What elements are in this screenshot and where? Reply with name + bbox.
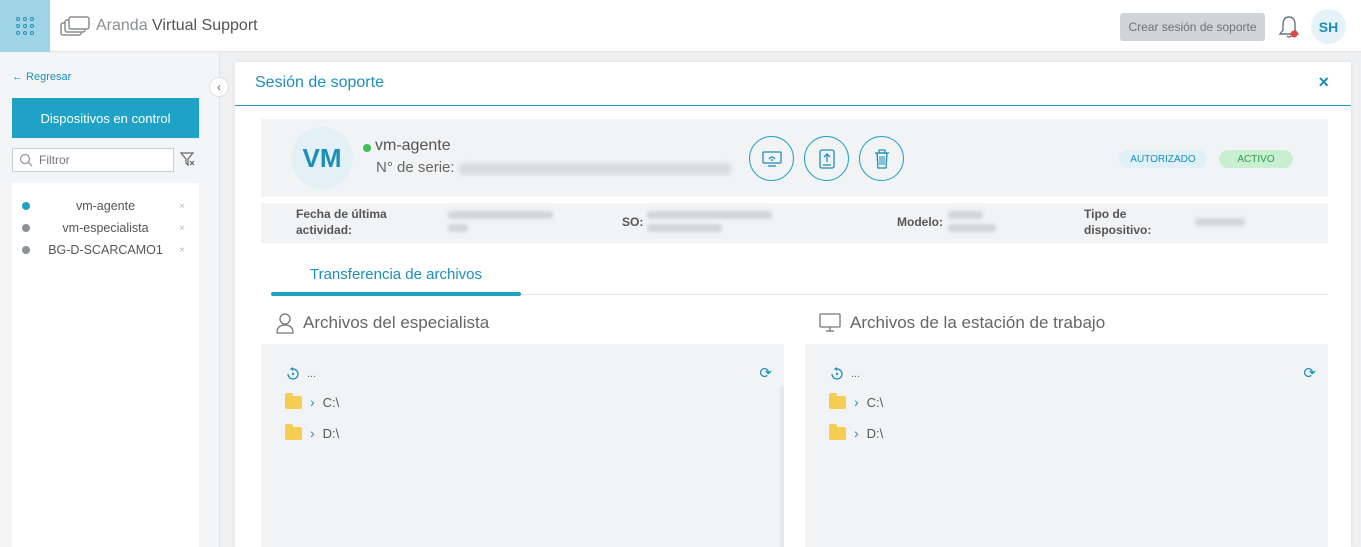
model-value-redacted xyxy=(948,224,996,232)
filter-field[interactable] xyxy=(12,148,174,172)
specialist-user-icon xyxy=(276,313,294,334)
back-folder-icon xyxy=(831,367,843,380)
drive-label: C:\ xyxy=(866,394,884,410)
workstation-monitor-icon xyxy=(819,313,841,332)
sidebar: ← Regresar Dispositivos en control ‹ vm-… xyxy=(0,53,229,547)
last-activity-label: Fecha de última actividad: xyxy=(296,207,387,237)
parent-folder-label: ... xyxy=(851,368,861,380)
parent-folder-row[interactable]: ... xyxy=(285,366,316,382)
user-avatar[interactable]: SH xyxy=(1311,9,1346,44)
panel-divider xyxy=(235,105,1351,106)
collapse-sidebar-button[interactable]: ‹ xyxy=(209,77,229,97)
filter-input[interactable] xyxy=(39,153,169,167)
top-bar: Aranda Virtual Support Crear sesión de s… xyxy=(0,0,1361,52)
remove-device-icon[interactable]: × xyxy=(179,201,185,212)
clear-filter-icon[interactable] xyxy=(179,151,195,167)
model-value-redacted xyxy=(948,211,983,219)
workstation-files-title: Archivos de la estación de trabajo xyxy=(850,313,1106,332)
device-name: vm-especialista xyxy=(62,221,149,235)
folder-icon xyxy=(829,423,846,440)
trash-icon xyxy=(874,148,889,169)
notifications-bell-icon[interactable] xyxy=(1277,14,1301,40)
os-value-redacted xyxy=(647,211,772,219)
device-name: BG-D-SCARCAMO1 xyxy=(48,243,163,257)
drive-d-row[interactable]: › D:\ xyxy=(829,423,884,441)
close-panel-button[interactable]: × xyxy=(1318,72,1329,93)
chevron-right-icon: › xyxy=(310,394,315,410)
drive-c-row[interactable]: › C:\ xyxy=(829,392,884,410)
panel-title: Sesión de soporte xyxy=(255,74,384,91)
device-item-bg-d-scarcamo1[interactable]: BG-D-SCARCAMO1 × xyxy=(12,239,199,261)
device-type-label: Tipo de dispositivo: xyxy=(1084,207,1152,237)
chevron-right-icon: › xyxy=(310,425,315,441)
device-item-vm-agente[interactable]: vm-agente × xyxy=(12,195,199,217)
folder-icon xyxy=(829,392,846,409)
back-link[interactable]: ← Regresar xyxy=(12,71,71,83)
devices-in-control-button[interactable]: Dispositivos en control xyxy=(12,98,199,138)
device-list: vm-agente × vm-especialista × BG-D-SCARC… xyxy=(12,183,199,547)
remove-device-icon[interactable]: × xyxy=(179,223,185,234)
remove-device-icon[interactable]: × xyxy=(179,245,185,256)
support-session-panel: Sesión de soporte × VM vm-agente N° de s… xyxy=(235,62,1351,547)
device-info-card: VM vm-agente N° de serie: AUTORIZADO ACT… xyxy=(261,119,1328,197)
create-support-session-button[interactable]: Crear sesión de soporte xyxy=(1120,13,1265,41)
serial-value-redacted xyxy=(459,163,731,175)
app-logo: Aranda Virtual Support xyxy=(60,15,258,37)
os-label: SO: xyxy=(622,215,644,229)
drive-label: D:\ xyxy=(322,425,340,441)
online-status-dot xyxy=(363,144,371,152)
remote-control-button[interactable] xyxy=(749,136,794,181)
refresh-icon[interactable]: ⟳ xyxy=(759,364,772,382)
active-badge: ACTIVO xyxy=(1219,150,1293,168)
file-transfer-icon xyxy=(818,148,835,169)
back-folder-icon xyxy=(287,367,299,380)
apps-grid-icon xyxy=(16,17,34,35)
device-item-vm-especialista[interactable]: vm-especialista × xyxy=(12,217,199,239)
workstation-files-header: Archivos de la estación de trabajo xyxy=(818,312,1105,334)
remote-desktop-icon xyxy=(761,150,782,167)
active-tab-indicator xyxy=(271,292,521,296)
tab-file-transfer[interactable]: Transferencia de archivos xyxy=(271,258,521,296)
file-transfer-button[interactable] xyxy=(804,136,849,181)
last-activity-value-redacted xyxy=(448,211,553,219)
authorized-badge: AUTORIZADO xyxy=(1119,150,1207,168)
refresh-icon[interactable]: ⟳ xyxy=(1303,364,1316,382)
logo-icon xyxy=(60,16,90,36)
apps-menu-button[interactable] xyxy=(0,0,50,52)
workstation-file-browser: ... ⟳ › C:\ › D:\ xyxy=(805,344,1328,547)
serial-label: N° de serie: xyxy=(376,159,455,176)
delete-device-button[interactable] xyxy=(859,136,904,181)
specialist-files-header: Archivos del especialista xyxy=(275,312,489,334)
drive-d-row[interactable]: › D:\ xyxy=(285,423,340,441)
drive-label: D:\ xyxy=(866,425,884,441)
specialist-files-title: Archivos del especialista xyxy=(303,313,490,332)
scrollbar[interactable] xyxy=(780,386,784,547)
device-name: vm-agente xyxy=(375,137,451,154)
folder-icon xyxy=(285,392,302,409)
device-avatar: VM xyxy=(291,127,353,189)
model-label: Modelo: xyxy=(897,215,943,229)
drive-label: C:\ xyxy=(322,394,340,410)
device-meta-row: Fecha de última actividad: SO: Modelo: T… xyxy=(261,203,1328,243)
device-type-value-redacted xyxy=(1195,218,1245,226)
search-icon xyxy=(19,153,33,167)
app-title: Aranda Virtual Support xyxy=(96,17,258,34)
chevron-right-icon: › xyxy=(854,425,859,441)
parent-folder-row[interactable]: ... xyxy=(829,366,860,382)
drive-c-row[interactable]: › C:\ xyxy=(285,392,340,410)
os-value-redacted xyxy=(647,224,722,232)
parent-folder-label: ... xyxy=(307,368,317,380)
folder-icon xyxy=(285,423,302,440)
device-name: vm-agente xyxy=(75,199,136,213)
last-activity-value-redacted xyxy=(448,224,468,232)
chevron-right-icon: › xyxy=(854,394,859,410)
specialist-file-browser: ... ⟳ › C:\ › D:\ xyxy=(261,344,784,547)
